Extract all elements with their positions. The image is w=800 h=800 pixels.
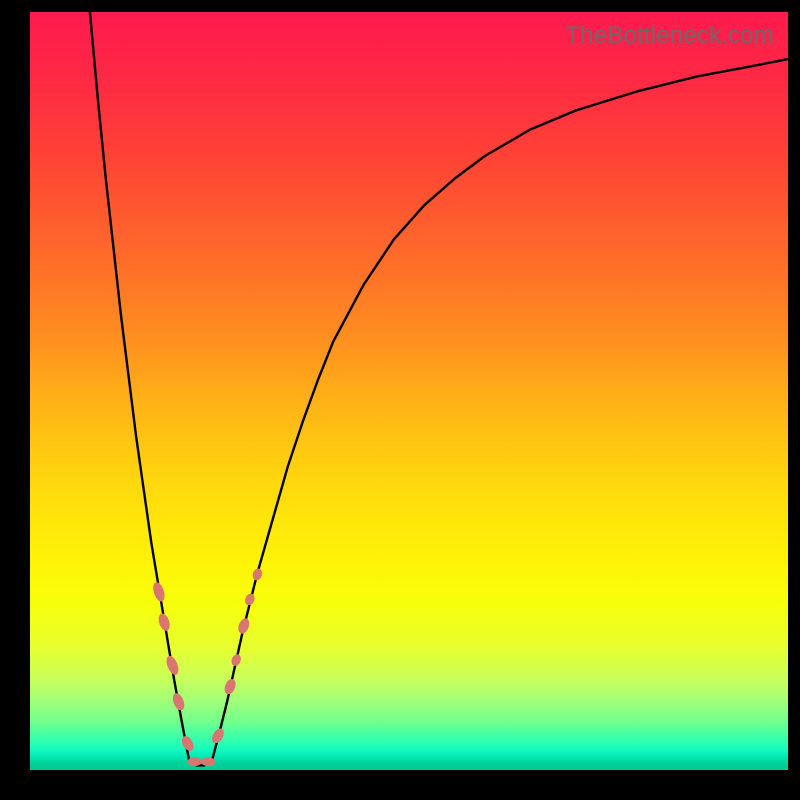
curve-marker [157, 612, 172, 632]
curve-marker [171, 692, 187, 712]
bottleneck-curve [90, 12, 788, 765]
plot-area: TheBottleneck.com [30, 12, 788, 770]
curve-marker [251, 567, 264, 581]
curve-marker [244, 592, 257, 606]
curve-marker [210, 726, 227, 745]
curve-marker [164, 654, 181, 676]
curve-marker [179, 734, 196, 753]
curve-marker [222, 677, 237, 696]
curve-path [90, 12, 788, 765]
curve-markers [151, 567, 264, 766]
curve-marker [187, 757, 201, 766]
curve-marker [151, 581, 167, 603]
curve-marker [201, 757, 215, 766]
curve-marker [230, 653, 243, 667]
curve-svg [30, 12, 788, 770]
chart-frame: TheBottleneck.com [0, 0, 800, 800]
curve-marker [236, 617, 251, 635]
